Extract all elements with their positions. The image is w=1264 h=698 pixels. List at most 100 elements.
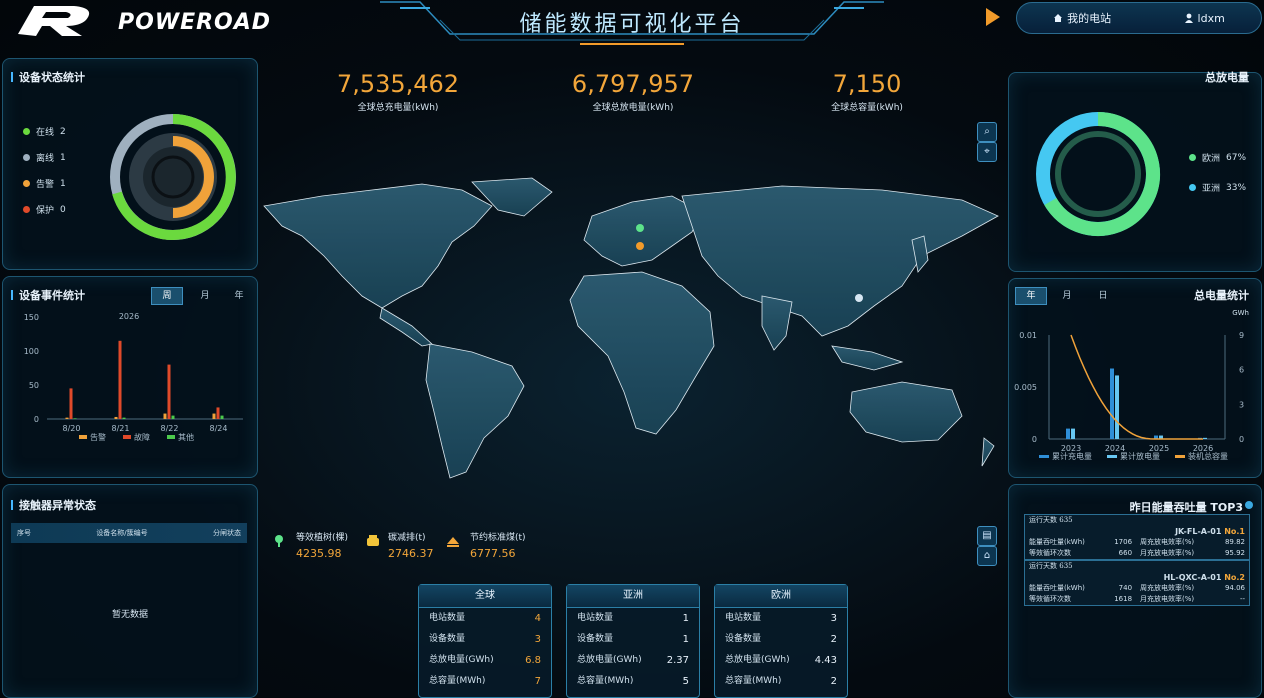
row-label: 总放电量(GWh) [725, 655, 790, 665]
status-legend-item: 在线 2 [23, 125, 66, 138]
eco-co2-value: 2746.37 [388, 547, 434, 560]
tab-year[interactable]: 年 [223, 287, 255, 305]
status-legend-item: 告警 1 [23, 177, 66, 190]
legend-dot [1189, 154, 1196, 161]
bar [65, 417, 69, 419]
total-energy-panel: 年 月 日 总电量统计 GWh 0.01 0.005 0 9 6 3 0 2023 2024 20… [1008, 278, 1262, 478]
col-status: 分闸状态 [212, 529, 241, 537]
home-icon [1054, 14, 1063, 22]
bar [114, 416, 118, 419]
eco-co2: 碳减排(t) 2746.37 [366, 530, 434, 560]
region-card-europe[interactable]: 欧洲 电站数量 3 设备数量 2 总放电量(GWh) 4.43 总容量(MWh) 2 [714, 584, 848, 698]
legend-swatch [123, 435, 131, 439]
legend-label: 装机总容量 [1188, 451, 1228, 461]
user-menu[interactable]: ldxm [1184, 12, 1225, 25]
row-value: 3 [534, 634, 541, 645]
y-tick-label: 150 [24, 313, 39, 322]
status-label: 保护 [36, 206, 55, 216]
legend-swatch [167, 435, 175, 439]
search-icon[interactable]: ⌕ [977, 122, 997, 142]
metric-value: 95.92 [1224, 549, 1246, 557]
tab-year[interactable]: 年 [1015, 287, 1047, 305]
home-view-icon[interactable]: ⌂ [977, 546, 997, 566]
chart-title: 2026 [119, 312, 139, 321]
row-label: 总容量(MWh) [429, 676, 486, 686]
metric-label: 周充放电效率(%) [1140, 538, 1195, 546]
bar [122, 417, 126, 419]
status-count: 0 [60, 204, 66, 215]
status-legend-item: 离线 1 [23, 151, 66, 164]
legend-swatch [1107, 455, 1117, 458]
bar [216, 407, 220, 419]
kpi-charge-label: 全球总充电量(kWh) [357, 103, 439, 113]
tab-week[interactable]: 周 [151, 287, 183, 305]
region-card-global[interactable]: 全球 电站数量 4 设备数量 3 总放电量(GWh) 6.8 总容量(MWh) 7 [418, 584, 552, 698]
station-marker-asia[interactable] [855, 294, 863, 302]
tab-month[interactable]: 月 [189, 287, 221, 305]
info-icon[interactable] [1245, 501, 1253, 509]
x-tick-label: 8/20 [63, 424, 81, 433]
status-label: 在线 [36, 128, 55, 138]
row-value: 3 [830, 613, 837, 624]
my-station-link[interactable]: 我的电站 [1053, 10, 1111, 26]
left-tick-label: 0.005 [1014, 383, 1037, 392]
metric-value: 1618 [1114, 595, 1133, 603]
days-label: 运行天数 [1029, 562, 1057, 570]
y-tick-label: 50 [29, 381, 39, 390]
bar [1203, 437, 1207, 439]
legend-label: 累计放电量 [1120, 451, 1160, 461]
row-label: 电站数量 [725, 613, 762, 623]
region-card-title: 全球 [419, 585, 551, 608]
legend-swatch [1175, 455, 1185, 458]
export-icon[interactable]: ▤ [977, 526, 997, 546]
station-marker-europe-2[interactable] [636, 242, 644, 250]
tab-month[interactable]: 月 [1051, 287, 1083, 305]
world-map[interactable] [262, 176, 1002, 496]
contactor-panel: 接触器异常状态 序号 设备名称/簇编号 分闸状态 暂无数据 [2, 484, 258, 698]
bar [220, 415, 224, 419]
locate-icon[interactable]: ⌖ [977, 142, 997, 162]
bar [167, 364, 171, 419]
region-card-title: 亚洲 [567, 585, 699, 608]
bar [212, 413, 216, 419]
bar [1071, 428, 1075, 439]
user-name: ldxm [1197, 11, 1225, 25]
discharge-share-donut [1036, 112, 1161, 236]
region-card-asia[interactable]: 亚洲 电站数量 1 设备数量 1 总放电量(GWh) 2.37 总容量(MWh) 5 [566, 584, 700, 698]
tab-day[interactable]: 日 [1087, 287, 1119, 305]
discharge-share-panel: 总放电量 欧洲 67% 亚洲 33% [1008, 71, 1262, 272]
legend-label: 告警 [90, 432, 106, 442]
top3-card-1[interactable]: 运行天数 635 JK-FL-A-01 No.1 能量吞吐量(kWh) 1706 周… [1024, 514, 1250, 560]
metric-value: 1706 [1114, 538, 1133, 546]
contactor-table-header: 序号 设备名称/簇编号 分闸状态 [11, 523, 247, 543]
eco-coal-value: 6777.56 [470, 547, 516, 560]
discharge-share-title: 总放电量 [1205, 71, 1249, 84]
top3-card-2[interactable]: 运行天数 635 HL-QXC-A-01 No.2 能量吞吐量(kWh) 740 周… [1024, 560, 1250, 606]
legend-swatch [79, 435, 87, 439]
row-value: 2 [830, 676, 837, 687]
bar [69, 388, 73, 419]
legend-asia: 亚洲 33% [1189, 181, 1246, 194]
status-count: 1 [60, 178, 66, 189]
legend-label: 故障 [134, 432, 150, 442]
x-tick-label: 8/21 [112, 424, 130, 433]
metric-label: 能量吞吐量(kWh) [1029, 584, 1085, 592]
status-dot [23, 180, 30, 187]
row-label: 总放电量(GWh) [429, 655, 494, 665]
device-status-donut [110, 114, 236, 240]
row-label: 总放电量(GWh) [577, 655, 642, 665]
metric-label: 等效循环次数 [1029, 595, 1071, 603]
kpi-capacity-value: 7,150 [832, 70, 902, 98]
y-tick-label: 100 [24, 347, 39, 356]
play-icon[interactable] [986, 8, 1000, 26]
legend-label: 欧洲 [1202, 154, 1221, 164]
left-tick-label: 0.01 [1019, 331, 1037, 340]
station-marker-europe-1[interactable] [636, 224, 644, 232]
row-label: 总容量(MWh) [725, 676, 782, 686]
my-station-label: 我的电站 [1067, 12, 1112, 25]
col-index: 序号 [17, 529, 31, 537]
status-dot [23, 206, 30, 213]
right-tick-label: 9 [1239, 331, 1244, 340]
legend-pct: 67% [1226, 152, 1247, 163]
empty-message: 暂无数据 [111, 610, 148, 620]
